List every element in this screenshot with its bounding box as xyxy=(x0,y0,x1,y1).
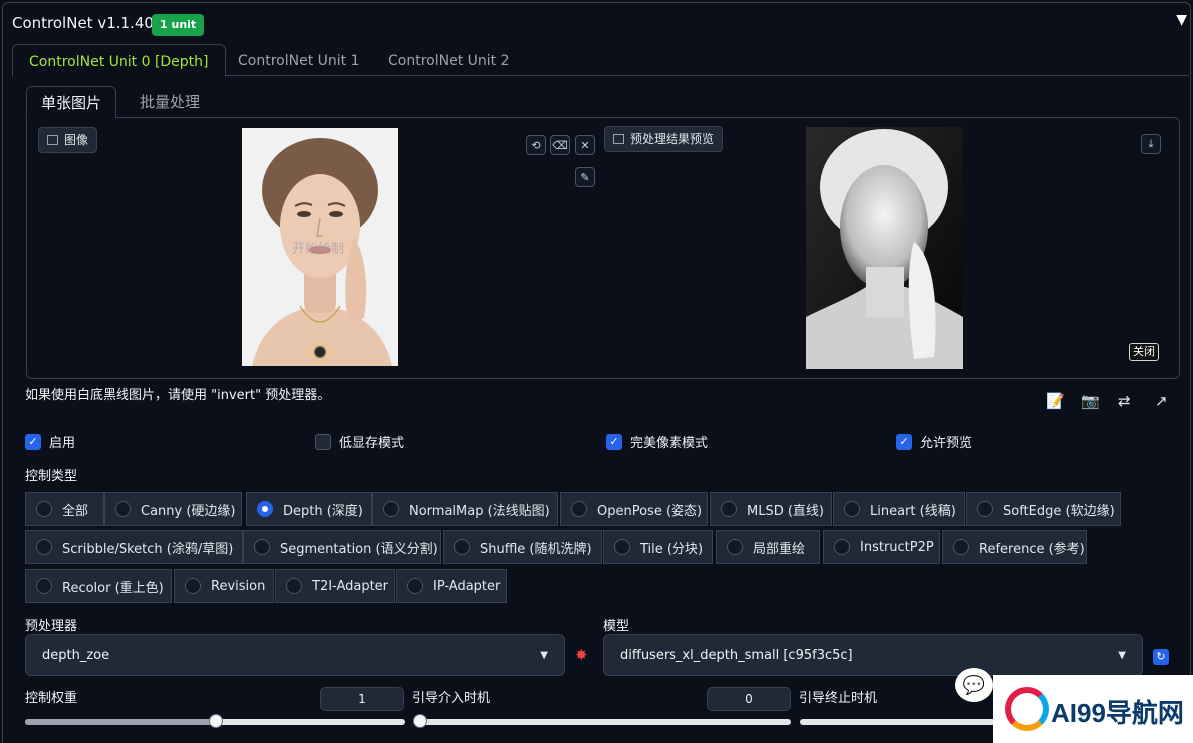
close-preview-button[interactable]: 关闭 xyxy=(1129,343,1159,361)
preprocessor-select[interactable]: depth_zoe ▼ xyxy=(25,634,565,676)
radio-inpaint[interactable]: 局部重绘 xyxy=(716,530,820,564)
radio-normalmap[interactable]: NormalMap (法线贴图) xyxy=(372,492,558,526)
radio-dot[interactable] xyxy=(727,539,743,555)
depth-map-illustration xyxy=(806,127,963,369)
guidance-end-label: 引导终止时机 xyxy=(799,691,878,706)
radio-reference[interactable]: Reference (参考) xyxy=(942,530,1087,564)
radio-dot[interactable] xyxy=(286,578,302,594)
radio-canny[interactable]: Canny (硬边缘) xyxy=(104,492,242,526)
tab-unit-0[interactable]: ControlNet Unit 0 [Depth] xyxy=(12,44,226,77)
radio-revision[interactable]: Revision xyxy=(174,569,274,603)
watermark-text: AI99导航网 xyxy=(1051,698,1184,728)
panel-title: ControlNet v1.1.405 xyxy=(12,14,164,32)
download-icon[interactable]: ⤓ xyxy=(1141,134,1161,154)
model-label: 模型 xyxy=(603,619,630,634)
radio-tile[interactable]: Tile (分块) xyxy=(603,530,713,564)
watermark-box: AI99导航网 xyxy=(993,675,1193,743)
radio-recolor[interactable]: Recolor (重上色) xyxy=(25,569,172,603)
checkbox-box[interactable]: ✓ xyxy=(896,433,912,450)
preprocessor-label: 预处理器 xyxy=(25,619,78,634)
send-icon[interactable]: ↗ xyxy=(1155,392,1168,410)
preview-label: 预处理结果预览 xyxy=(604,126,724,152)
image-icon xyxy=(613,134,624,144)
checkbox-box[interactable]: ✓ xyxy=(25,433,41,450)
radio-dot[interactable] xyxy=(571,501,587,517)
tab-batch[interactable]: 批量处理 xyxy=(126,86,214,118)
input-image-label: 图像 xyxy=(38,127,98,153)
unit-count-badge: 1 unit xyxy=(152,14,205,36)
slider-thumb[interactable] xyxy=(209,714,223,728)
checkbox-box[interactable] xyxy=(315,433,331,450)
radio-dot[interactable] xyxy=(407,578,423,594)
radio-dot[interactable] xyxy=(834,539,850,555)
brush-icon[interactable]: ✎ xyxy=(575,167,595,187)
radio-scribble[interactable]: Scribble/Sketch (涂鸦/草图) xyxy=(25,530,243,564)
radio-dot[interactable] xyxy=(977,501,993,517)
enable-checkbox[interactable]: ✓ 启用 xyxy=(25,432,75,451)
chevron-down-icon: ▼ xyxy=(540,649,548,661)
radio-instructp2p[interactable]: InstructP2P xyxy=(823,530,940,564)
edit-icon[interactable]: 📝 xyxy=(1046,392,1065,410)
model-select[interactable]: diffusers_xl_depth_small [c95f3c5c] ▼ xyxy=(603,634,1143,676)
radio-openpose[interactable]: OpenPose (姿态) xyxy=(560,492,708,526)
unit-tab-strip: ControlNet Unit 0 [Depth] ControlNet Uni… xyxy=(12,44,1189,77)
radio-dot[interactable] xyxy=(185,578,201,594)
wechat-icon: 💬 xyxy=(955,668,993,702)
camera-icon[interactable]: 📷 xyxy=(1081,392,1100,410)
tab-unit-1[interactable]: ControlNet Unit 1 xyxy=(222,44,376,76)
eraser-icon[interactable]: ⌫ xyxy=(550,135,570,155)
tab-single-image[interactable]: 单张图片 xyxy=(26,86,117,119)
radio-all[interactable]: 全部 xyxy=(25,492,104,526)
control-weight-input[interactable]: 1 xyxy=(320,687,404,711)
radio-dot[interactable] xyxy=(454,539,470,555)
image-area xyxy=(26,117,1180,379)
radio-dot[interactable] xyxy=(254,539,270,555)
radio-lineart[interactable]: Lineart (线稿) xyxy=(833,492,965,526)
guidance-end-slider[interactable] xyxy=(800,719,1000,725)
undo-icon[interactable]: ⟲ xyxy=(526,135,546,155)
invert-hint: 如果使用白底黑线图片，请使用 "invert" 预处理器。 xyxy=(25,388,331,403)
refresh-icon[interactable]: ↻ xyxy=(1153,649,1169,665)
guidance-start-input[interactable]: 0 xyxy=(707,687,791,711)
image-icon xyxy=(47,135,58,145)
radio-dot[interactable] xyxy=(614,539,630,555)
radio-dot[interactable] xyxy=(844,501,860,517)
radio-dot[interactable] xyxy=(36,539,52,555)
run-preprocessor-icon[interactable]: ✸ xyxy=(575,646,588,664)
radio-dot[interactable] xyxy=(115,501,131,517)
radio-dot[interactable] xyxy=(36,501,52,517)
control-weight-label: 控制权重 xyxy=(25,691,78,706)
swap-icon[interactable]: ⇄ xyxy=(1118,392,1131,410)
slider-thumb[interactable] xyxy=(413,714,427,728)
start-draw-text[interactable]: 开始绘制 xyxy=(292,238,344,257)
radio-t2i-adapter[interactable]: T2I-Adapter xyxy=(275,569,395,603)
checkbox-box[interactable]: ✓ xyxy=(606,433,622,450)
radio-mlsd[interactable]: MLSD (直线) xyxy=(710,492,832,526)
allow-preview-checkbox[interactable]: ✓ 允许预览 xyxy=(896,432,972,451)
guidance-start-slider[interactable] xyxy=(413,714,791,728)
slider-fill xyxy=(25,719,215,725)
radio-depth[interactable]: Depth (深度) xyxy=(246,492,372,526)
collapse-arrow-icon[interactable]: ▼ xyxy=(1176,12,1187,28)
radio-dot[interactable] xyxy=(721,501,737,517)
radio-dot[interactable] xyxy=(36,578,52,594)
radio-dot[interactable] xyxy=(953,539,969,555)
tab-unit-2[interactable]: ControlNet Unit 2 xyxy=(372,44,526,76)
control-type-label: 控制类型 xyxy=(25,469,78,484)
radio-dot[interactable] xyxy=(383,501,399,517)
watermark-logo-icon xyxy=(1005,687,1049,731)
radio-ip-adapter[interactable]: IP-Adapter xyxy=(396,569,507,603)
low-vram-checkbox[interactable]: 低显存模式 xyxy=(315,432,404,451)
radio-segmentation[interactable]: Segmentation (语义分割) xyxy=(243,530,441,564)
radio-softedge[interactable]: SoftEdge (软边缘) xyxy=(966,492,1121,526)
clear-icon[interactable]: ✕ xyxy=(575,135,595,155)
chevron-down-icon: ▼ xyxy=(1118,649,1126,661)
pixel-perfect-checkbox[interactable]: ✓ 完美像素模式 xyxy=(606,432,708,451)
radio-dot-selected[interactable] xyxy=(257,501,273,517)
radio-shuffle[interactable]: Shuffle (随机洗牌) xyxy=(443,530,602,564)
guidance-start-label: 引导介入时机 xyxy=(412,691,491,706)
depth-preview-image xyxy=(806,127,963,369)
control-weight-slider[interactable] xyxy=(25,714,405,728)
